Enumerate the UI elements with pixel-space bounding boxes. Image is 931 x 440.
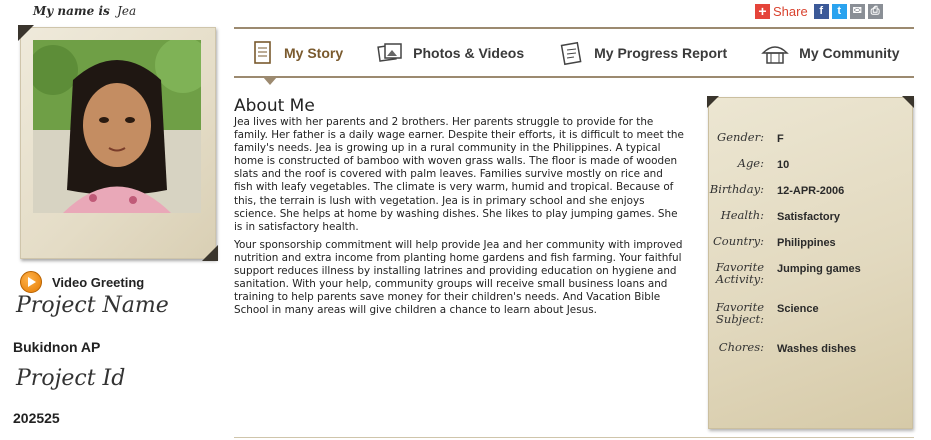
project-name-label: Project Name xyxy=(16,293,169,318)
child-name-line: My name is Jea xyxy=(33,4,136,18)
tab-label: My Community xyxy=(799,45,900,61)
twitter-icon[interactable]: t xyxy=(831,4,847,19)
active-tab-indicator xyxy=(263,77,277,85)
card-corner xyxy=(902,96,914,108)
detail-label: Age: xyxy=(737,156,764,170)
detail-value: 10 xyxy=(777,159,790,171)
project-name-value: Bukidnon AP xyxy=(13,339,101,355)
detail-label: Favorite Activity: xyxy=(715,260,764,286)
card-corner xyxy=(707,96,719,108)
tab-label: My Progress Report xyxy=(594,45,728,61)
photo-corner xyxy=(202,245,218,261)
detail-label: Country: xyxy=(712,234,764,248)
detail-value: Jumping games xyxy=(777,263,861,275)
detail-value: Philippines xyxy=(777,237,836,249)
name-label: My name is xyxy=(33,4,110,18)
detail-value: 12-APR-2006 xyxy=(777,185,845,197)
nav-bottom-rule xyxy=(234,76,914,78)
print-icon[interactable]: ⎙ xyxy=(867,4,883,19)
detail-label: Chores: xyxy=(718,340,764,354)
video-greeting-label: Video Greeting xyxy=(52,274,145,290)
detail-value: F xyxy=(777,133,784,145)
detail-label: Gender: xyxy=(717,130,764,144)
detail-label: Birthday: xyxy=(709,182,764,196)
email-icon[interactable]: ✉ xyxy=(849,4,865,19)
tab-my-story[interactable]: My Story xyxy=(252,31,343,75)
child-photo-frame xyxy=(18,25,218,261)
tab-my-community[interactable]: My Community xyxy=(761,31,900,75)
content-bottom-rule xyxy=(234,437,914,438)
video-greeting-link[interactable]: Video Greeting xyxy=(20,271,144,293)
nav-top-rule xyxy=(234,27,914,29)
detail-value: Washes dishes xyxy=(777,343,857,355)
about-title: About Me xyxy=(234,96,315,116)
about-paragraph: Jea lives with her parents and 2 brother… xyxy=(234,116,684,233)
about-body: Jea lives with her parents and 2 brother… xyxy=(234,116,684,322)
share-label[interactable]: Share xyxy=(773,4,808,19)
tab-label: My Story xyxy=(284,45,344,61)
hut-icon xyxy=(761,46,789,64)
detail-value: Science xyxy=(777,303,819,315)
play-icon xyxy=(20,271,42,293)
child-name: Jea xyxy=(117,4,137,18)
child-photo xyxy=(33,40,201,213)
profile-nav: My Story Photos & Videos My Progress Rep… xyxy=(234,31,914,75)
tab-progress-report[interactable]: My Progress Report xyxy=(560,31,727,75)
project-id-label: Project Id xyxy=(16,366,126,391)
detail-value: Satisfactory xyxy=(777,211,840,223)
photo-corner xyxy=(18,25,34,41)
child-details-card: Gender: F Age: 10 Birthday: 12-APR-2006 … xyxy=(707,96,914,429)
detail-label: Favorite Subject: xyxy=(715,300,764,326)
about-paragraph: Your sponsorship commitment will help pr… xyxy=(234,238,683,317)
report-icon xyxy=(560,41,582,66)
share-plus-icon[interactable]: + xyxy=(755,4,770,19)
project-id-value: 202525 xyxy=(13,410,60,426)
tab-photos-videos[interactable]: Photos & Videos xyxy=(377,31,524,75)
book-icon xyxy=(254,41,271,64)
facebook-icon[interactable]: f xyxy=(813,4,829,19)
share-bar: + Share f t ✉ ⎙ xyxy=(755,4,883,19)
detail-label: Health: xyxy=(720,208,764,222)
tab-label: Photos & Videos xyxy=(413,45,525,61)
photos-icon xyxy=(377,43,402,62)
